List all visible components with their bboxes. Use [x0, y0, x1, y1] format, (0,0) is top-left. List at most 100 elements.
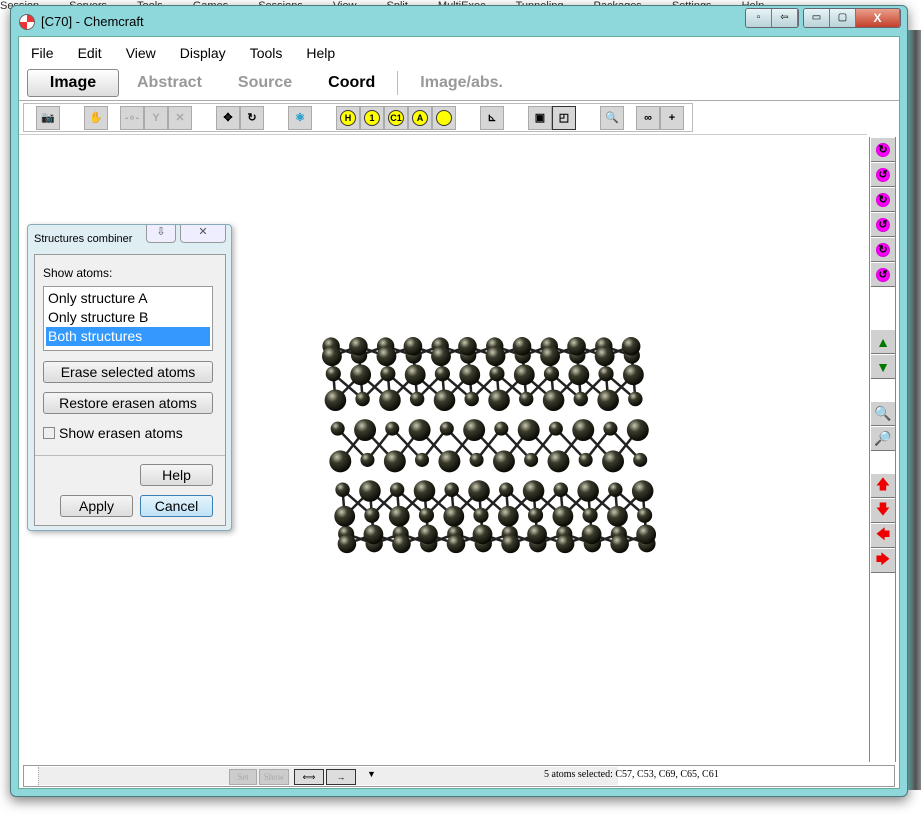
- tab-image[interactable]: Image: [27, 69, 119, 97]
- atom[interactable]: [608, 482, 623, 497]
- cancel-button[interactable]: Cancel: [140, 495, 213, 517]
- close-button[interactable]: X: [856, 9, 900, 27]
- box-perspective-icon[interactable]: ▣: [528, 105, 552, 130]
- bond-icon[interactable]: -∘-: [120, 105, 144, 130]
- atom[interactable]: [494, 421, 509, 436]
- minimize-button[interactable]: ▭: [804, 9, 830, 27]
- atom[interactable]: [363, 524, 384, 545]
- atom[interactable]: [524, 452, 539, 467]
- magnifier-icon[interactable]: 🔍: [600, 105, 624, 130]
- atom[interactable]: [364, 507, 380, 523]
- rotate-z-minus-icon[interactable]: ↺: [871, 263, 895, 287]
- atom[interactable]: [610, 534, 629, 554]
- atom[interactable]: [542, 389, 565, 412]
- atom[interactable]: [383, 450, 406, 473]
- atom[interactable]: [329, 450, 352, 473]
- box-ortho-icon[interactable]: ◰: [552, 105, 576, 130]
- atom[interactable]: [572, 419, 595, 442]
- atom[interactable]: [488, 389, 510, 412]
- rotate-y-minus-icon[interactable]: ↺: [871, 213, 895, 237]
- atom[interactable]: [463, 419, 486, 442]
- atom[interactable]: [553, 482, 568, 497]
- set-button[interactable]: Set: [229, 769, 257, 785]
- rotate-y-plus-icon[interactable]: ↻: [871, 188, 895, 212]
- atom[interactable]: [403, 337, 423, 356]
- zoom-in-icon[interactable]: 🔍: [871, 402, 895, 426]
- atom[interactable]: [389, 482, 405, 497]
- atom[interactable]: [409, 391, 425, 407]
- atom[interactable]: [379, 389, 401, 412]
- arrow-left-icon[interactable]: 🡄: [871, 524, 895, 548]
- extra-small-button[interactable]: ▫: [746, 9, 772, 27]
- rotate-x-plus-icon[interactable]: ↻: [871, 138, 895, 162]
- atom[interactable]: [434, 366, 450, 382]
- atom[interactable]: [385, 421, 400, 436]
- rotate-x-minus-icon[interactable]: ↺: [871, 163, 895, 187]
- atom[interactable]: [543, 366, 560, 382]
- menu-edit[interactable]: Edit: [66, 42, 114, 64]
- camera-icon[interactable]: 📷: [36, 105, 60, 130]
- add-fragment-icon[interactable]: +: [660, 105, 684, 130]
- atom[interactable]: [628, 391, 643, 407]
- menu-file[interactable]: File: [19, 42, 66, 64]
- atom[interactable]: [446, 534, 466, 554]
- atom[interactable]: [626, 419, 649, 442]
- atom[interactable]: [321, 346, 342, 367]
- show-atoms-option[interactable]: Only structure A: [46, 289, 210, 308]
- bond-end-icon[interactable]: →: [326, 769, 356, 785]
- label-none-button[interactable]: [432, 105, 456, 130]
- tab-abstract[interactable]: Abstract: [119, 70, 220, 96]
- atom[interactable]: [330, 421, 345, 436]
- pin-button[interactable]: ⇦: [772, 9, 798, 27]
- show-atoms-option[interactable]: Only structure B: [46, 308, 210, 327]
- atom[interactable]: [439, 421, 454, 436]
- atom[interactable]: [540, 346, 561, 367]
- atom[interactable]: [392, 534, 411, 554]
- atom[interactable]: [335, 482, 350, 497]
- atom[interactable]: [594, 346, 615, 367]
- axes-icon[interactable]: ⊾: [480, 105, 504, 130]
- atom[interactable]: [555, 534, 575, 554]
- atom[interactable]: [519, 391, 534, 407]
- atom[interactable]: [473, 507, 489, 523]
- atom[interactable]: [522, 480, 545, 502]
- dialog-pin-button[interactable]: ⇩: [146, 225, 176, 243]
- atom[interactable]: [517, 419, 540, 442]
- move-backward-icon[interactable]: ▼: [871, 355, 895, 379]
- angle-icon[interactable]: Y: [144, 105, 168, 130]
- atom[interactable]: [472, 524, 493, 545]
- erase-selected-atoms-button[interactable]: Erase selected atoms: [43, 361, 213, 383]
- atom[interactable]: [485, 346, 506, 367]
- atom[interactable]: [602, 450, 625, 473]
- label-a-button[interactable]: A: [408, 105, 432, 130]
- menu-tools[interactable]: Tools: [238, 42, 295, 64]
- rotate-z-plus-icon[interactable]: ↻: [871, 238, 895, 262]
- menu-display[interactable]: Display: [168, 42, 238, 64]
- atom[interactable]: [444, 482, 459, 497]
- restore-erasen-atoms-button[interactable]: Restore erasen atoms: [43, 392, 213, 414]
- atom[interactable]: [631, 480, 654, 502]
- atom[interactable]: [578, 452, 593, 467]
- atom[interactable]: [431, 346, 451, 367]
- apply-button[interactable]: Apply: [60, 495, 133, 517]
- arrow-right-icon[interactable]: 🡆: [871, 549, 895, 573]
- atom[interactable]: [636, 524, 657, 545]
- show-erasen-atoms-checkbox[interactable]: Show erasen atoms: [43, 425, 183, 441]
- maximize-button[interactable]: ▢: [830, 9, 856, 27]
- atom[interactable]: [489, 366, 505, 382]
- atom[interactable]: [404, 364, 426, 386]
- atom[interactable]: [459, 364, 481, 386]
- atom[interactable]: [408, 419, 431, 442]
- atom[interactable]: [527, 524, 547, 545]
- atom[interactable]: [637, 507, 653, 523]
- zoom-out-icon[interactable]: 🔎: [871, 427, 895, 451]
- atom[interactable]: [573, 391, 588, 407]
- atom[interactable]: [360, 452, 375, 467]
- orbital-icon[interactable]: ⚛: [288, 105, 312, 130]
- atom[interactable]: [325, 366, 341, 382]
- atom[interactable]: [633, 452, 648, 467]
- dropdown-arrow-icon[interactable]: ▼: [367, 769, 376, 779]
- atom[interactable]: [433, 389, 456, 412]
- tab-coord[interactable]: Coord: [310, 70, 393, 96]
- atom[interactable]: [581, 524, 602, 545]
